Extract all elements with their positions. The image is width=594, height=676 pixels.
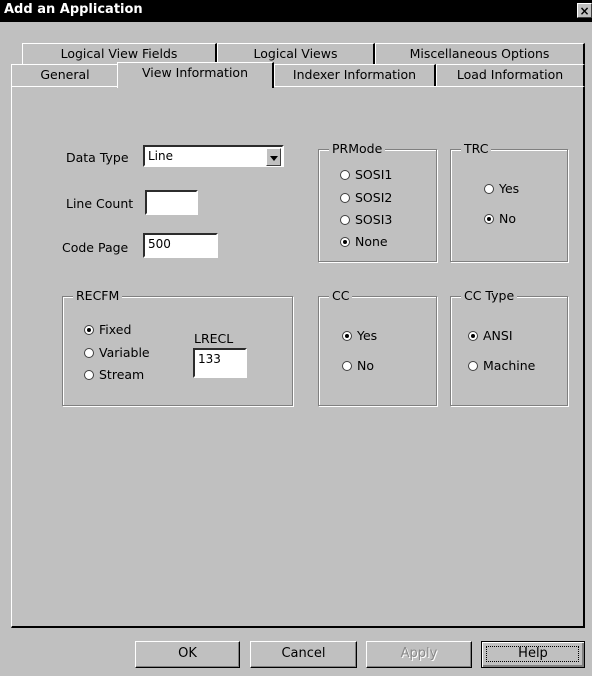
help-button[interactable]: Help (481, 641, 585, 668)
radio-label: Fixed (99, 322, 132, 337)
radio-selected-icon[interactable] (342, 330, 352, 341)
ok-button[interactable]: OK (135, 641, 240, 668)
trc-group: TRC Yes No (450, 141, 568, 262)
radio-label: SOSI1 (355, 167, 393, 182)
close-button[interactable]: × (577, 3, 592, 18)
code-page-label: Code Page (62, 240, 129, 255)
tab-logical-view-fields[interactable]: Logical View Fields (22, 43, 217, 64)
radio-selected-icon[interactable] (84, 324, 94, 335)
radio-label: ANSI (483, 328, 513, 343)
prmode-option-none[interactable]: None (340, 234, 388, 249)
radio-selected-icon[interactable] (484, 213, 494, 224)
tab-load-information[interactable]: Load Information (436, 64, 585, 86)
trc-option-yes[interactable]: Yes (484, 181, 519, 196)
cc-type-option-machine[interactable]: Machine (468, 358, 535, 373)
line-count-input[interactable] (145, 190, 198, 215)
cc-type-option-ansi[interactable]: ANSI (468, 328, 513, 343)
radio-label: No (499, 211, 516, 226)
data-type-value: Line (148, 149, 174, 163)
cc-option-no[interactable]: No (342, 358, 374, 373)
radio-label: No (357, 358, 374, 373)
prmode-option-sosi2[interactable]: SOSI2 (340, 190, 392, 205)
tab-logical-views[interactable]: Logical Views (217, 43, 375, 64)
radio-icon[interactable] (468, 360, 478, 371)
radio-label: Stream (99, 367, 145, 382)
radio-label: None (355, 234, 388, 249)
prmode-option-sosi3[interactable]: SOSI3 (340, 212, 392, 227)
radio-label: Yes (499, 181, 520, 196)
radio-icon[interactable] (84, 369, 94, 380)
prmode-group: PRMode SOSI1 SOSI2 SOSI3 None (318, 141, 437, 262)
apply-button[interactable]: Apply (366, 641, 472, 668)
cc-option-yes[interactable]: Yes (342, 328, 377, 343)
data-type-label: Data Type (66, 150, 129, 165)
code-page-input[interactable]: 500 (143, 233, 218, 258)
prmode-title: PRMode (329, 141, 386, 156)
cancel-button[interactable]: Cancel (250, 641, 357, 668)
recfm-title: RECFM (73, 288, 123, 303)
line-count-label: Line Count (66, 196, 134, 211)
lrecl-input[interactable]: 133 (193, 348, 247, 378)
trc-option-no[interactable]: No (484, 211, 516, 226)
data-type-select[interactable]: Line (143, 145, 284, 167)
cc-type-group: CC Type ANSI Machine (450, 288, 568, 406)
cc-type-title: CC Type (461, 288, 518, 303)
window-title: Add an Application (4, 2, 143, 17)
trc-title: TRC (461, 141, 492, 156)
radio-label: Variable (99, 345, 150, 360)
focus-rectangle (486, 646, 579, 662)
tab-view-information[interactable]: View Information (117, 62, 274, 88)
radio-selected-icon[interactable] (340, 236, 350, 247)
title-bar: Add an Application × (0, 0, 592, 22)
recfm-option-stream[interactable]: Stream (84, 367, 144, 382)
chevron-down-icon[interactable] (266, 148, 281, 166)
prmode-option-sosi1[interactable]: SOSI1 (340, 167, 392, 182)
cc-group: CC Yes No (318, 288, 437, 406)
radio-icon[interactable] (484, 183, 494, 194)
tab-miscellaneous-options[interactable]: Miscellaneous Options (375, 43, 585, 64)
radio-selected-icon[interactable] (468, 330, 478, 341)
radio-icon[interactable] (340, 214, 350, 225)
radio-icon[interactable] (342, 360, 352, 371)
radio-label: Yes (357, 328, 378, 343)
recfm-option-fixed[interactable]: Fixed (84, 322, 131, 337)
tab-general[interactable]: General (11, 64, 120, 86)
radio-icon[interactable] (340, 169, 350, 180)
recfm-option-variable[interactable]: Variable (84, 345, 150, 360)
radio-label: SOSI3 (355, 212, 393, 227)
radio-label: SOSI2 (355, 190, 393, 205)
radio-label: Machine (483, 358, 536, 373)
recfm-group: RECFM Fixed Variable Stream LRECL 133 (62, 288, 293, 406)
radio-icon[interactable] (84, 347, 94, 358)
tab-indexer-information[interactable]: Indexer Information (274, 64, 436, 86)
add-application-dialog: Add an Application × Logical View Fields… (0, 0, 594, 676)
lrecl-label: LRECL (194, 331, 234, 346)
radio-icon[interactable] (340, 192, 350, 203)
cc-title: CC (329, 288, 353, 303)
